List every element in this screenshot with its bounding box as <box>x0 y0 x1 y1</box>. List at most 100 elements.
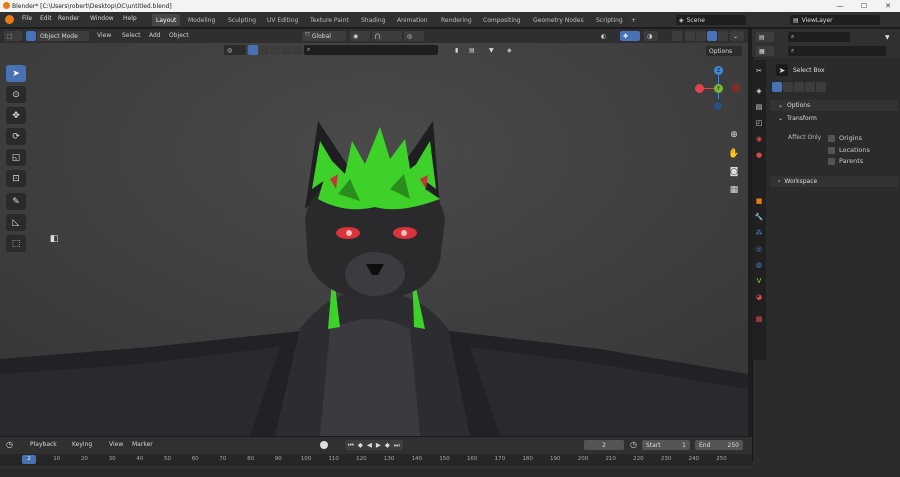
filter-icon[interactable]: ▼ <box>486 45 500 55</box>
parents-checkbox[interactable]: Parents <box>828 157 863 165</box>
tab-layout[interactable]: Layout <box>152 14 181 26</box>
tab-rendering[interactable]: Rendering <box>437 14 476 26</box>
menu-view[interactable]: View <box>97 32 111 39</box>
checkbox[interactable] <box>828 146 835 154</box>
menu-help[interactable]: Help <box>123 15 137 22</box>
next-key-icon[interactable]: ◆ <box>385 441 390 449</box>
clock-icon[interactable]: ◷ <box>630 440 637 449</box>
shading-options[interactable]: ⌄ <box>730 31 744 41</box>
jump-end-icon[interactable]: ⏭ <box>394 441 400 450</box>
mode-difference[interactable] <box>805 82 815 92</box>
transform-orientation[interactable]: ⤧ Global <box>302 31 346 41</box>
tab-scripting[interactable]: Scripting <box>592 14 627 26</box>
timeline-scrollbar[interactable] <box>0 469 752 477</box>
minimize-button[interactable]: — <box>828 0 852 12</box>
shading-wireframe[interactable] <box>685 31 695 41</box>
gizmo-neg-x[interactable] <box>732 84 740 92</box>
tab-compositing[interactable]: Compositing <box>479 14 525 26</box>
shading-material[interactable] <box>707 31 717 41</box>
clock-icon[interactable]: ◷ <box>6 440 13 449</box>
overlay-toggle[interactable]: ◑ <box>644 31 658 41</box>
locations-checkbox[interactable]: Locations <box>828 146 870 154</box>
start-frame-field[interactable]: Start 1 <box>642 440 690 450</box>
tab-shading[interactable]: Shading <box>357 14 389 26</box>
tab-modeling[interactable]: Modeling <box>184 14 219 26</box>
mode-subtract[interactable] <box>794 82 804 92</box>
gizmo-y-axis[interactable]: Y <box>714 84 723 93</box>
mode-intersect[interactable] <box>816 82 826 92</box>
maximize-button[interactable]: ☐ <box>852 0 876 12</box>
menu-marker[interactable]: Marker <box>132 441 153 448</box>
checkbox[interactable] <box>828 157 835 165</box>
add-cube-tool[interactable]: ⬚ <box>6 235 26 252</box>
menu-view[interactable]: View <box>109 441 123 448</box>
shading-solid[interactable] <box>696 31 706 41</box>
menu-window[interactable]: Window <box>90 15 114 22</box>
record-button[interactable] <box>320 441 328 449</box>
tool-tab-icon[interactable]: ✂ <box>754 66 764 76</box>
cursor-tool[interactable]: ⊙ <box>6 86 26 103</box>
gizmo-z-axis[interactable]: Z <box>714 66 723 75</box>
measure-tool[interactable]: ◺ <box>6 214 26 231</box>
select-mode-new[interactable] <box>26 31 36 41</box>
menu-edit[interactable]: Edit <box>40 15 52 22</box>
sidebar-toggle-icon[interactable]: ◧ <box>47 232 61 246</box>
bookmark-icon[interactable]: ▮ <box>452 45 462 55</box>
current-frame-field[interactable]: 2 <box>584 440 624 450</box>
select-filter-3[interactable] <box>270 45 280 55</box>
proportional-edit-button[interactable]: ◎ <box>404 31 424 41</box>
blender-menu-icon[interactable] <box>5 15 14 24</box>
end-frame-field[interactable]: End 250 <box>695 440 743 450</box>
render-tab-icon[interactable]: ◈ <box>754 86 764 96</box>
select-filter-2[interactable] <box>259 45 269 55</box>
select-filter-4[interactable] <box>281 45 291 55</box>
annotate-tool[interactable]: ✎ <box>6 193 26 210</box>
menu-playback[interactable]: Playback <box>30 441 57 448</box>
3d-viewport[interactable]: ⬚ Object Mode View Select Add Object ⤧ Gl… <box>0 29 748 436</box>
data-tab-icon[interactable]: V <box>754 276 764 286</box>
physics-tab-icon[interactable]: ◎ <box>754 244 764 254</box>
mode-selector[interactable]: Object Mode <box>37 31 89 41</box>
menu-object[interactable]: Object <box>169 32 189 39</box>
workspace-panel-header[interactable]: › Workspace <box>770 176 898 187</box>
prev-key-icon[interactable]: ◆ <box>358 441 363 449</box>
visibility-button[interactable]: ◐ <box>598 31 618 41</box>
grid-icon[interactable]: ▦ <box>727 183 741 197</box>
scene-tab-icon[interactable]: ◉ <box>754 134 764 144</box>
shield-icon[interactable]: ◈ <box>504 45 514 55</box>
play-reverse-icon[interactable]: ◀ <box>367 441 372 449</box>
move-tool[interactable]: ✥ <box>6 107 26 124</box>
hand-icon[interactable]: ✋ <box>727 147 741 161</box>
select-filter-5[interactable] <box>292 45 302 55</box>
select-filter-1[interactable] <box>248 45 258 55</box>
view-layer-selector[interactable]: ▤ ViewLayer <box>790 15 880 25</box>
origins-checkbox[interactable]: Origins <box>828 134 862 142</box>
viewport-options-button[interactable]: Options <box>706 46 742 56</box>
tab-uv-editing[interactable]: UV Editing <box>263 14 302 26</box>
filter-icon[interactable]: ▼ <box>882 32 896 42</box>
shading-rendered[interactable] <box>718 31 728 41</box>
menu-render[interactable]: Render <box>58 15 79 22</box>
scene-selector[interactable]: ◈ Scene <box>676 15 746 25</box>
menu-file[interactable]: File <box>22 15 32 22</box>
gizmo-x-axis[interactable] <box>695 84 704 93</box>
world-tab-icon[interactable]: ● <box>754 150 764 160</box>
tab-texture-paint[interactable]: Texture Paint <box>306 14 353 26</box>
outliner-search-input[interactable]: ⌕ <box>788 32 850 42</box>
menu-keying[interactable]: Keying <box>72 441 92 448</box>
properties-editor-type[interactable]: ▦ <box>756 46 774 56</box>
properties-search-input[interactable]: ⌕ <box>788 46 886 56</box>
menu-add[interactable]: Add <box>149 32 161 39</box>
close-button[interactable]: ✕ <box>876 0 900 12</box>
checkbox[interactable] <box>828 134 835 142</box>
tab-animation[interactable]: Animation <box>393 14 432 26</box>
viewport-search-input[interactable]: ⌕ <box>304 45 438 55</box>
snap-button[interactable]: ⋂ <box>372 31 402 41</box>
mode-set[interactable] <box>772 82 782 92</box>
scale-tool[interactable]: ◱ <box>6 149 26 166</box>
gizmo-toggle[interactable]: ✥ <box>620 31 640 41</box>
zoom-icon[interactable]: ⊕ <box>727 128 741 142</box>
modifier-tab-icon[interactable]: 🔧 <box>754 212 764 222</box>
transform-subpanel-header[interactable]: ⌄ Transform <box>778 115 817 122</box>
mode-extend[interactable] <box>783 82 793 92</box>
